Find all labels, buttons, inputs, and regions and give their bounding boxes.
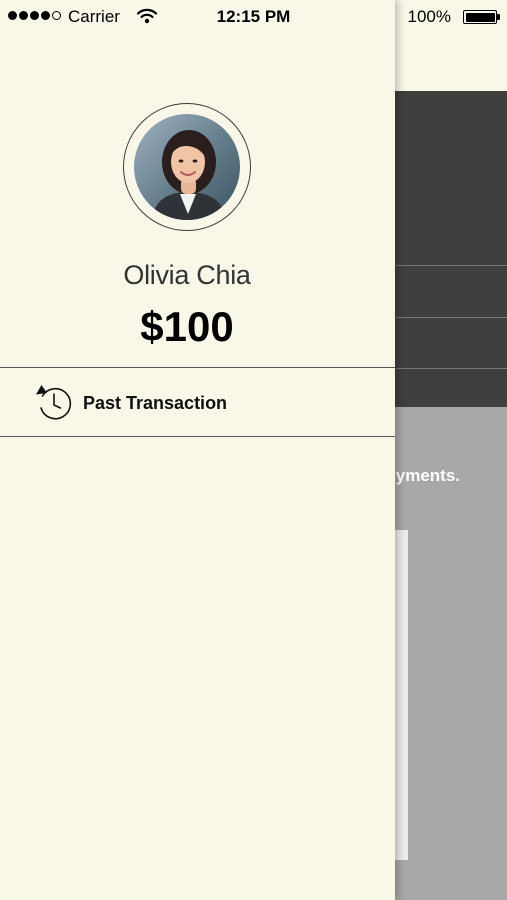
battery-percentage: 100% (407, 7, 451, 26)
profile-name: Olivia Chia (123, 260, 251, 290)
battery-nub (497, 14, 500, 20)
menu-item-past-transaction[interactable]: Past Transaction (0, 368, 395, 436)
battery-icon (463, 10, 497, 24)
avatar-photo (134, 114, 240, 220)
history-icon (36, 385, 72, 420)
avatar[interactable] (134, 114, 240, 220)
battery-fill (465, 12, 495, 22)
main-row-divider (396, 265, 507, 266)
menu-item-label: Past Transaction (83, 393, 228, 413)
account-balance: $100 (140, 303, 234, 350)
menu-divider (0, 436, 395, 437)
main-row-divider (396, 368, 507, 369)
side-drawer: Olivia Chia $100 Past Transaction (0, 0, 395, 900)
status-bar: Carrier 12:15 PM 100% (0, 0, 507, 34)
main-row-divider (396, 317, 507, 318)
